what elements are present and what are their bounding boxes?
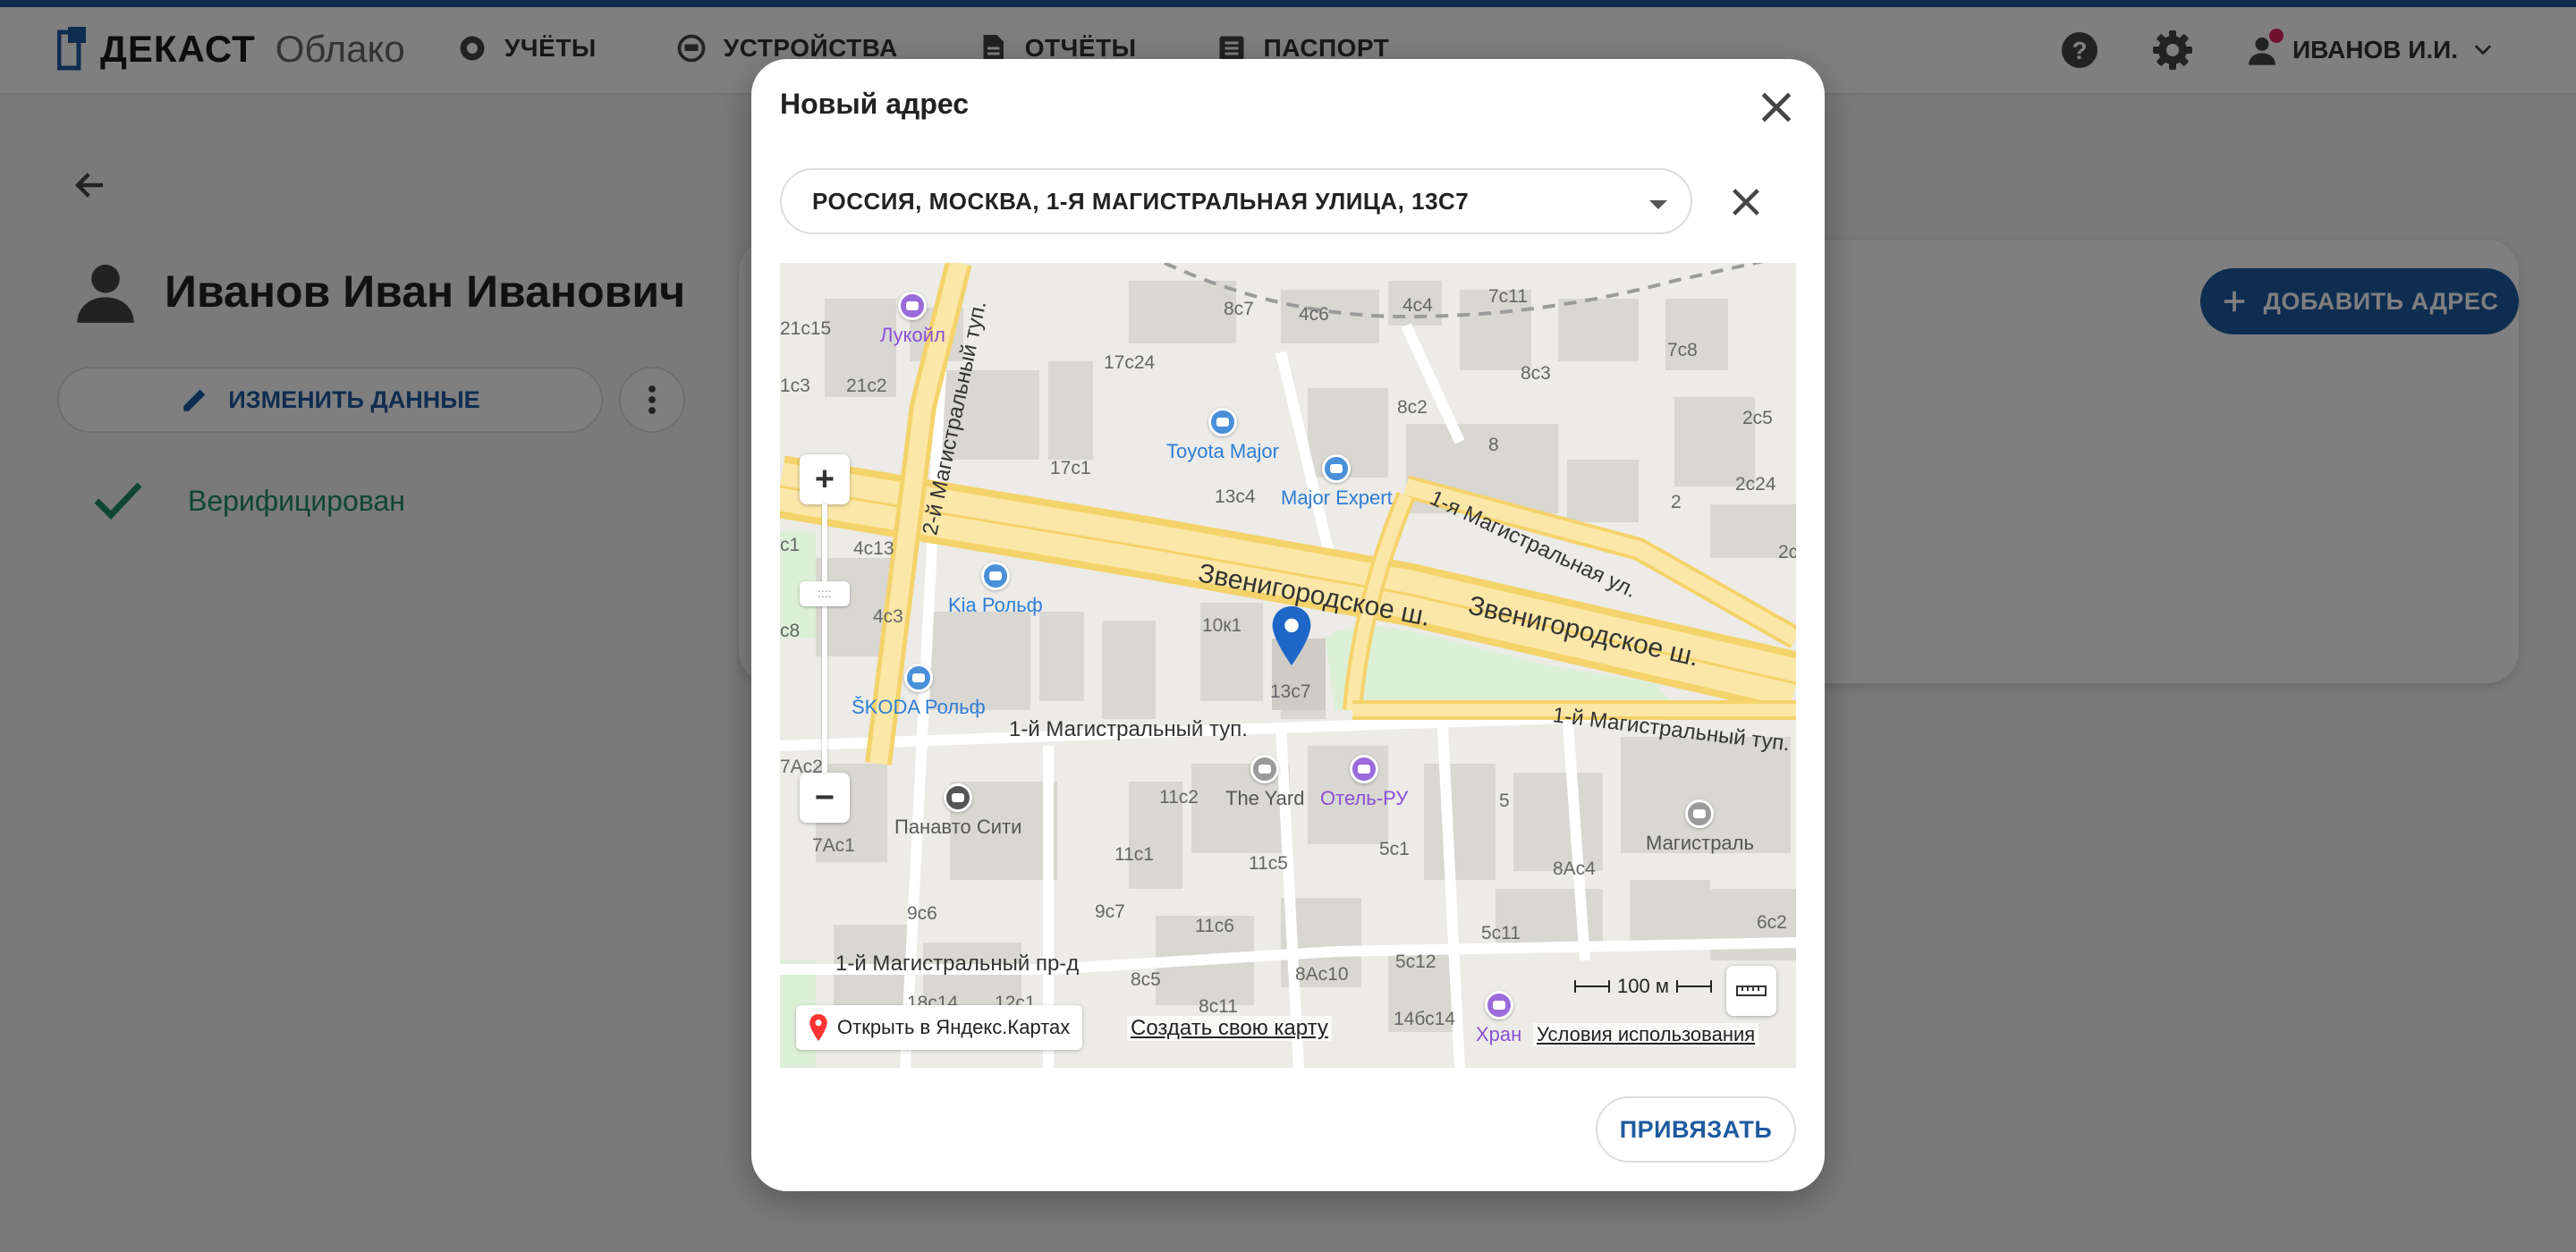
house-number: с1: [780, 535, 801, 555]
car-dealer-icon: [903, 664, 933, 692]
house-number: 17с1: [1050, 458, 1091, 478]
poi-hran[interactable]: Хран: [1476, 991, 1521, 1046]
scale-bar-left: [1574, 980, 1610, 993]
house-number: 2с: [1778, 542, 1796, 563]
house-number: 11с2: [1159, 787, 1199, 808]
house-number: 11с1: [1114, 844, 1154, 865]
house-number: 2с5: [1742, 408, 1773, 428]
house-number: 4с4: [1402, 295, 1433, 316]
house-number: 8с2: [1397, 397, 1428, 418]
house-number: 4с6: [1299, 304, 1329, 325]
car-dealer-icon: [980, 562, 1010, 590]
yandex-pin-icon: [809, 1014, 827, 1041]
house-number: 14бс14: [1394, 1009, 1456, 1029]
map-scale-label: 100 м: [1617, 975, 1669, 997]
poi-label: Лукойл: [880, 324, 945, 346]
clear-address-icon[interactable]: [1728, 184, 1764, 220]
poi-label: Kia Рольф: [948, 594, 1043, 616]
house-number: 5с11: [1481, 923, 1521, 943]
road-label: 1-й Магистральный туп.: [1009, 717, 1248, 741]
zoom-slider-handle[interactable]: ::::: [800, 581, 850, 606]
poi-skoda-rolf[interactable]: ŠKODA Рольф: [852, 664, 986, 719]
poi-major-expert[interactable]: Major Expert: [1281, 454, 1393, 510]
poi-hotel-ru[interactable]: Отель-РУ: [1320, 755, 1408, 810]
poi-panavto-city[interactable]: Панавто Сити: [894, 783, 1021, 839]
house-number: 1с3: [780, 376, 810, 396]
zoom-slider-track[interactable]: ::::: [800, 504, 850, 773]
house-number: 7Ас1: [812, 835, 855, 856]
house-number: 17с24: [1104, 352, 1156, 373]
house-number: 8с3: [1521, 363, 1551, 384]
address-map[interactable]: Звенигородское ш. Звенигородское ш. 1-я …: [780, 263, 1796, 1068]
poi-magistral[interactable]: Магистраль: [1646, 799, 1754, 855]
poi-lukoil[interactable]: Лукойл: [880, 292, 945, 347]
house-number: 10к1: [1202, 615, 1242, 636]
briefcase-icon: [1250, 755, 1280, 783]
car-dealer-icon: [1208, 408, 1237, 436]
location-pin-icon: [1272, 606, 1311, 665]
house-number: 8с7: [1224, 299, 1254, 319]
poi-kia-rolf[interactable]: Kia Рольф: [948, 562, 1043, 617]
poi-label: Отель-РУ: [1320, 787, 1409, 809]
house-number: 4с3: [873, 606, 903, 627]
zoom-out-button[interactable]: −: [800, 773, 850, 823]
house-number: 8с11: [1199, 996, 1238, 1017]
poi-label: Major Expert: [1281, 486, 1393, 509]
poi-label: Панавто Сити: [894, 816, 1022, 838]
zoom-in-button[interactable]: +: [800, 454, 850, 504]
house-number: 8Ас10: [1295, 964, 1349, 985]
house-number: 9с6: [907, 903, 937, 924]
bind-address-button[interactable]: ПРИВЯЗАТЬ: [1596, 1096, 1796, 1163]
house-number: 11с5: [1249, 853, 1288, 874]
house-number: 6с2: [1757, 912, 1787, 933]
ruler-icon: [1736, 986, 1767, 996]
poi-the-yard[interactable]: The Yard: [1225, 755, 1304, 810]
poi-label: Хран: [1476, 1023, 1522, 1045]
briefcase-icon: [1484, 991, 1513, 1019]
map-zoom-control: + :::: −: [800, 454, 850, 823]
close-icon[interactable]: [1757, 88, 1796, 127]
open-in-yandex-maps-link[interactable]: Открыть в Яндекс.Картах: [796, 1005, 1083, 1050]
house-number: 8: [1488, 435, 1499, 455]
address-select-value: РОССИЯ, МОСКВА, 1-Я МАГИСТРАЛЬНАЯ УЛИЦА,…: [812, 187, 1470, 215]
road-label: 1-й Магистральный пр-д: [835, 952, 1080, 976]
address-select[interactable]: РОССИЯ, МОСКВА, 1-Я МАГИСТРАЛЬНАЯ УЛИЦА,…: [780, 168, 1692, 234]
house-number: 4с13: [853, 538, 894, 559]
poi-label: Магистраль: [1646, 832, 1754, 854]
create-map-link[interactable]: Создать свою карту: [1127, 1016, 1332, 1041]
ruler-button[interactable]: [1726, 966, 1776, 1016]
house-number: 7с11: [1488, 286, 1528, 307]
house-number: с8: [780, 621, 801, 641]
scale-bar-right: [1675, 980, 1712, 993]
house-number: 8Ас4: [1553, 859, 1596, 879]
house-number: 5с1: [1379, 839, 1410, 859]
poi-label: ŠKODA Рольф: [852, 696, 986, 718]
briefcase-icon: [1685, 799, 1715, 828]
house-number: 21с15: [780, 318, 832, 339]
terms-of-use-link[interactable]: Условия использования: [1533, 1023, 1759, 1046]
house-number: 13с4: [1215, 486, 1256, 507]
house-number: 13с7: [1270, 681, 1311, 702]
mercedes-icon: [944, 783, 973, 812]
house-number: 21с2: [846, 376, 887, 396]
dropdown-caret-icon: [1649, 200, 1667, 209]
house-number: 7с8: [1667, 340, 1698, 360]
map-scale: 100 м: [1574, 975, 1712, 998]
house-number: 5: [1499, 791, 1510, 811]
car-dealer-icon: [1322, 454, 1352, 483]
hotel-bed-icon: [1350, 755, 1379, 783]
poi-label: The Yard: [1225, 787, 1305, 809]
house-number: 2: [1671, 492, 1682, 512]
new-address-dialog: Новый адрес РОССИЯ, МОСКВА, 1-Я МАГИСТРА…: [751, 59, 1825, 1191]
fuel-station-icon: [898, 292, 928, 320]
open-in-yandex-label: Открыть в Яндекс.Картах: [837, 1016, 1071, 1038]
house-number: 8с5: [1131, 969, 1161, 990]
dialog-title: Новый адрес: [780, 88, 970, 120]
poi-label: Toyota Major: [1166, 440, 1279, 462]
house-number: 2с24: [1735, 474, 1776, 495]
house-number: 9с7: [1095, 901, 1125, 922]
house-number: 11с6: [1195, 916, 1234, 936]
poi-toyota-major[interactable]: Toyota Major: [1166, 408, 1279, 463]
house-number: 5с12: [1395, 952, 1436, 972]
